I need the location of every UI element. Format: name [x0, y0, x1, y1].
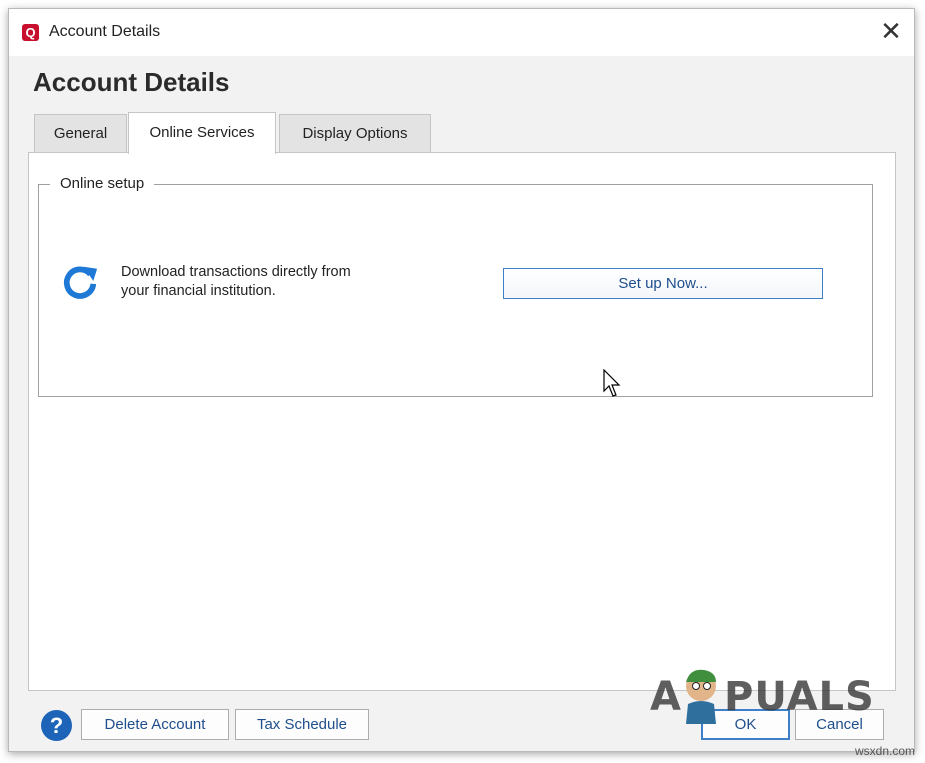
- mouse-cursor-icon: [603, 369, 621, 397]
- quicken-logo-icon: Q: [22, 24, 39, 41]
- tax-schedule-button[interactable]: Tax Schedule: [235, 709, 369, 740]
- close-button[interactable]: ✕: [868, 9, 914, 55]
- watermark-leading-letter: A: [650, 674, 682, 720]
- delete-account-button[interactable]: Delete Account: [81, 709, 229, 740]
- site-watermark: wsxdn.com: [855, 744, 916, 758]
- mascot-icon: [686, 669, 716, 724]
- set-up-now-button[interactable]: Set up Now...: [503, 268, 823, 299]
- help-icon[interactable]: ?: [41, 710, 72, 741]
- tab-display-options[interactable]: Display Options: [279, 114, 431, 153]
- tab-general[interactable]: General: [34, 114, 127, 153]
- online-setup-description: Download transactions directly from your…: [121, 264, 351, 299]
- group-legend: Online setup: [50, 175, 155, 192]
- online-setup-group: Online setup Download transactions direc…: [38, 175, 873, 397]
- appuals-watermark: A PUALS: [644, 662, 874, 732]
- title-bar[interactable]: Q Account Details ✕: [9, 9, 914, 56]
- refresh-icon: [63, 266, 98, 299]
- page-title: Account Details: [33, 67, 230, 97]
- window-title: Account Details: [49, 23, 161, 40]
- tab-panel-online-services: Online setup Download transactions direc…: [28, 152, 896, 691]
- account-details-dialog: Q Account Details ✕ Account Details Gene…: [8, 8, 915, 752]
- watermark-text: PUALS: [724, 674, 875, 720]
- tab-online-services[interactable]: Online Services: [128, 112, 276, 154]
